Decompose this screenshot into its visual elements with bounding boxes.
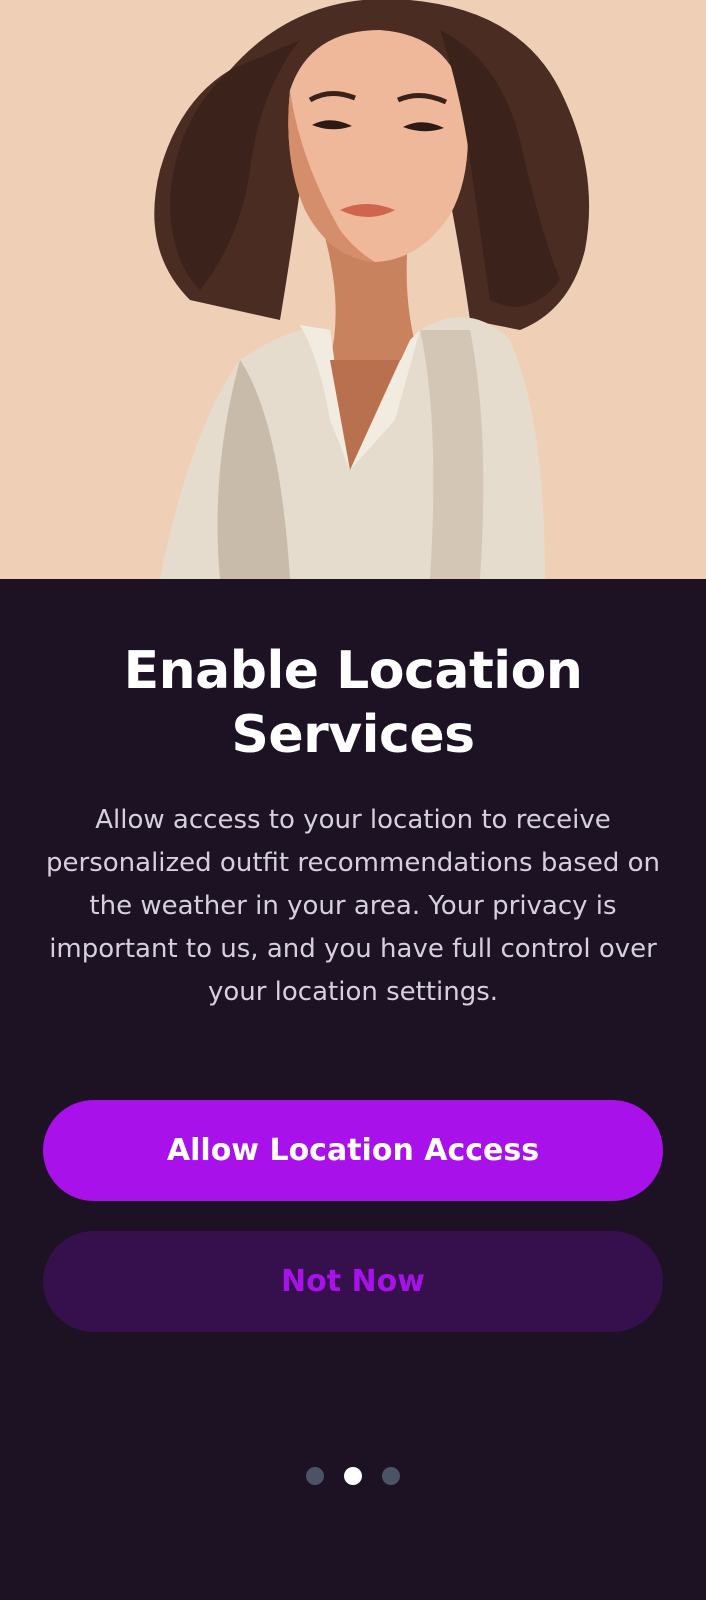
allow-location-button[interactable]: Allow Location Access [43, 1100, 663, 1201]
not-now-button-label: Not Now [281, 1264, 425, 1299]
page-indicator [0, 1467, 706, 1487]
page-title: Enable Location Services [123, 641, 583, 765]
allow-location-button-label: Allow Location Access [166, 1133, 540, 1168]
page-description: Allow access to your location to receive… [46, 805, 660, 1007]
hero-illustration [0, 0, 706, 579]
page-dot-2-active[interactable] [344, 1467, 362, 1485]
page-dot-1[interactable] [306, 1467, 324, 1485]
not-now-button[interactable]: Not Now [43, 1231, 663, 1332]
page-dot-3[interactable] [382, 1467, 400, 1485]
woman-illustration [0, 0, 706, 579]
content-panel: Enable Location Services Allow access to… [0, 579, 706, 1600]
